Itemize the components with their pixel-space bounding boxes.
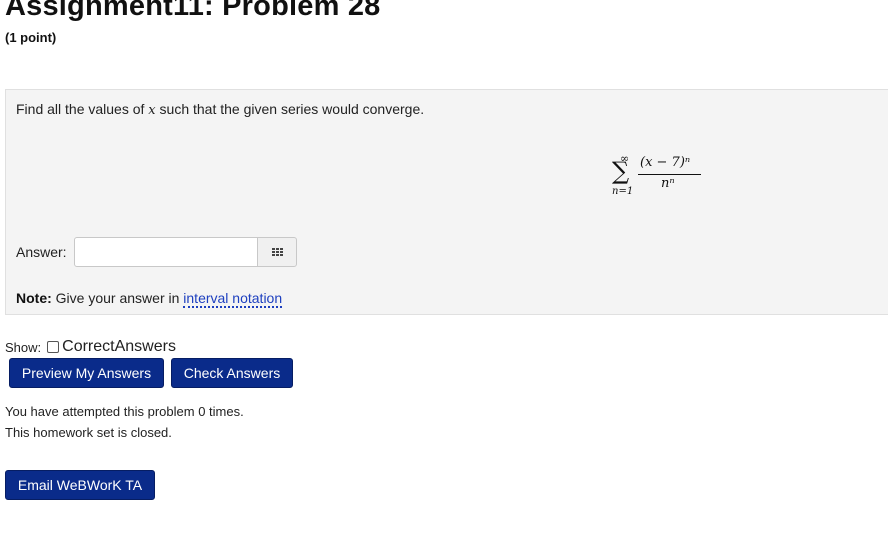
fraction-denominator: nⁿ bbox=[661, 176, 675, 191]
preview-answers-button[interactable]: Preview My Answers bbox=[9, 358, 164, 388]
email-ta-button[interactable]: Email WeBWorK TA bbox=[5, 470, 155, 500]
answer-input[interactable] bbox=[74, 237, 258, 267]
prompt-variable: x bbox=[148, 103, 156, 118]
prompt-text-before: Find all the values of bbox=[16, 101, 149, 117]
show-label: Show: bbox=[5, 339, 42, 355]
answer-note: Note: Give your answer in interval notat… bbox=[16, 290, 283, 308]
points-label: (1 point) bbox=[5, 30, 57, 45]
interval-notation-link[interactable]: interval notation bbox=[183, 290, 283, 308]
problem-panel: Find all the values of x such that the g… bbox=[5, 89, 888, 315]
fraction-numerator: (x − 7)ⁿ bbox=[640, 155, 691, 170]
math-palette-button[interactable] bbox=[257, 237, 297, 267]
note-label: Note: bbox=[16, 290, 52, 306]
prompt-text-after: such that the given series would converg… bbox=[155, 101, 425, 117]
page-title: Assignment11: Problem 28 bbox=[5, 0, 381, 22]
series-formula: ∞ ∑ n=1 (x − 7)ⁿ nⁿ bbox=[608, 153, 708, 201]
set-closed-status: This homework set is closed. bbox=[5, 425, 172, 440]
correct-answers-label[interactable]: CorrectAnswers bbox=[62, 338, 176, 356]
check-answers-button[interactable]: Check Answers bbox=[171, 358, 293, 388]
summation-symbol: ∑ bbox=[612, 157, 630, 185]
problem-prompt: Find all the values of x such that the g… bbox=[16, 101, 424, 118]
show-options: Show: CorrectAnswers bbox=[5, 338, 176, 356]
grid-icon bbox=[272, 248, 283, 257]
correct-answers-checkbox[interactable] bbox=[47, 341, 60, 353]
fraction-bar bbox=[638, 174, 701, 175]
sum-lower-limit: n=1 bbox=[612, 186, 634, 197]
attempts-status: You have attempted this problem 0 times. bbox=[5, 404, 244, 419]
note-text: Give your answer in bbox=[51, 290, 184, 306]
answer-label: Answer: bbox=[16, 244, 67, 260]
